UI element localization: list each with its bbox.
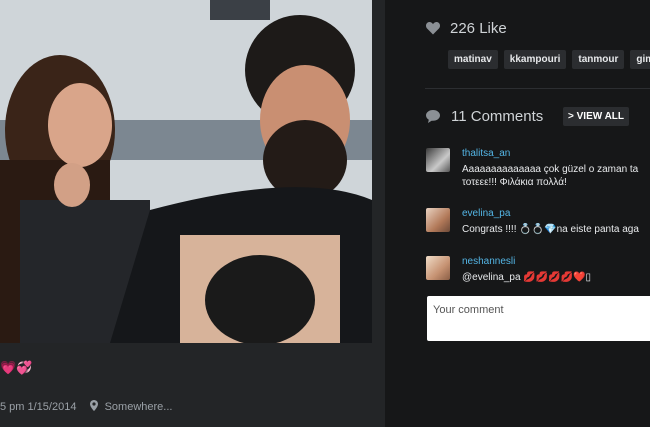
comment-text: Aaaaaaaaaaaaaa çok güzel o zaman ta τοτε… [462, 163, 638, 189]
location-pin-icon [89, 400, 98, 411]
avatar[interactable] [426, 208, 450, 232]
liker-tag[interactable]: tanmour [572, 50, 625, 69]
liker-tag[interactable]: gimou1 [630, 50, 650, 69]
location-label: Somewhere... [104, 401, 173, 413]
comment-username[interactable]: thalitsa_an [462, 148, 510, 159]
location[interactable]: Somewhere... [89, 400, 173, 413]
heart-icon[interactable] [426, 22, 440, 35]
photo-panel: 💗💞 5 pm 1/15/2014 Somewhere... [0, 0, 385, 427]
comments-count: 11 Comments [451, 108, 544, 125]
post-photo[interactable] [0, 0, 372, 343]
liker-tag[interactable]: matinav [448, 50, 498, 69]
post-caption: 💗💞 [0, 360, 33, 375]
post-time: 5 pm 1/15/2014 [0, 401, 77, 413]
liker-list: matinav kkampouri tanmour gimou1 [448, 50, 650, 69]
avatar[interactable] [426, 148, 450, 172]
comment-input[interactable]: Your comment [427, 296, 650, 341]
avatar[interactable] [426, 256, 450, 280]
view-all-button[interactable]: > VIEW ALL [563, 107, 630, 126]
divider [425, 88, 650, 89]
comment-text: Congrats !!!! 💍💍💎na eiste panta aga [462, 224, 639, 235]
comment-line: Aaaaaaaaaaaaaa çok güzel o zaman ta [462, 164, 639, 175]
liker-tag[interactable]: kkampouri [503, 50, 567, 69]
comment-username[interactable]: evelina_pa [462, 208, 510, 219]
details-panel: 226 Like matinav kkampouri tanmour gimou… [385, 0, 650, 427]
comment-bubble-icon [426, 110, 440, 123]
like-count[interactable]: 226 Like [450, 20, 507, 37]
comment-username[interactable]: neshannesli [462, 256, 515, 267]
post-meta: 5 pm 1/15/2014 Somewhere... [0, 400, 172, 413]
comment-line: τοτεεε!!! Φιλάκια πολλά! [462, 177, 567, 188]
comment-text: @evelina_pa 💋💋💋💋❤️▯ [462, 272, 592, 283]
